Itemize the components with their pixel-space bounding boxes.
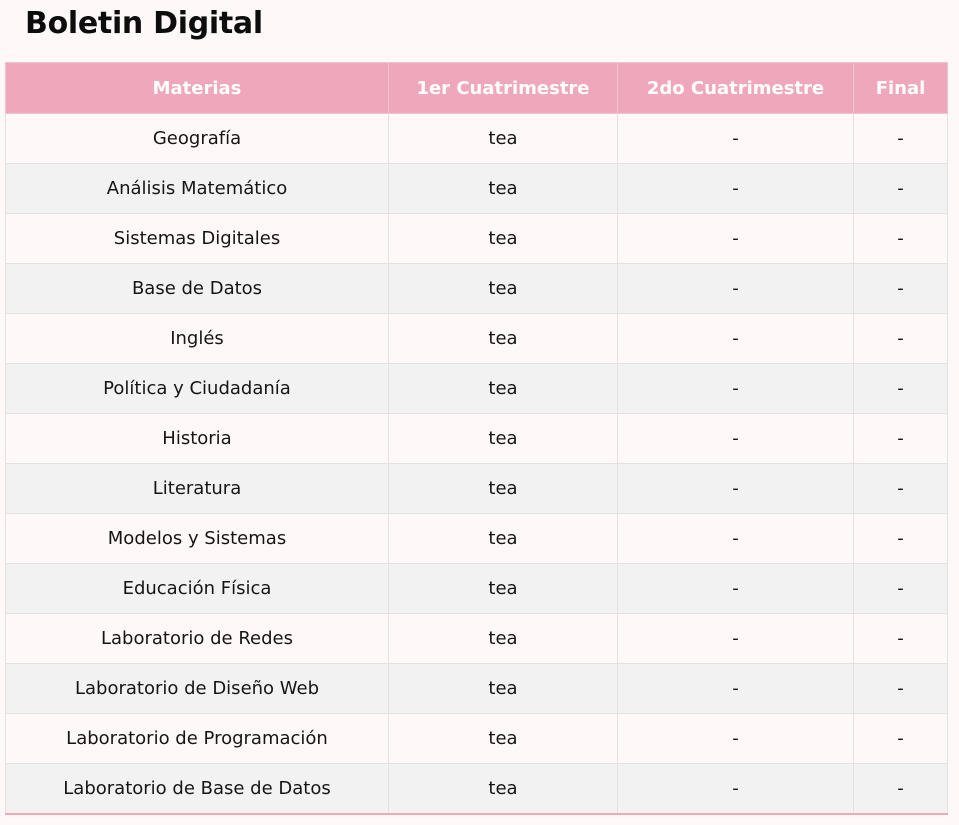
final-cell: - (853, 613, 948, 664)
subject-cell: Sistemas Digitales (5, 213, 389, 264)
second-term-cell: - (617, 613, 854, 664)
table-row: Modelos y Sistemas tea - - (5, 513, 948, 564)
first-term-cell: tea (388, 463, 618, 514)
final-cell: - (853, 413, 948, 464)
first-term-cell: tea (388, 263, 618, 314)
table-row: Literatura tea - - (5, 463, 948, 514)
header-row: Materias 1er Cuatrimestre 2do Cuatrimest… (5, 62, 948, 114)
table-row: Educación Física tea - - (5, 563, 948, 614)
subject-cell: Laboratorio de Base de Datos (5, 763, 389, 815)
second-term-cell: - (617, 113, 854, 164)
first-term-cell: tea (388, 763, 618, 815)
final-cell: - (853, 313, 948, 364)
subject-cell: Política y Ciudadanía (5, 363, 389, 414)
first-term-cell: tea (388, 363, 618, 414)
first-term-cell: tea (388, 413, 618, 464)
final-cell: - (853, 563, 948, 614)
table-body: Geografía tea - - Análisis Matemático tea - - Si… (5, 113, 948, 815)
first-term-cell: tea (388, 113, 618, 164)
final-cell: - (853, 513, 948, 564)
first-term-cell: tea (388, 563, 618, 614)
subject-cell: Modelos y Sistemas (5, 513, 389, 564)
subject-cell: Análisis Matemático (5, 163, 389, 214)
subject-cell: Literatura (5, 463, 389, 514)
second-term-cell: - (617, 713, 854, 764)
subject-cell: Inglés (5, 313, 389, 364)
table-row: Historia tea - - (5, 413, 948, 464)
table-row: Política y Ciudadanía tea - - (5, 363, 948, 414)
final-cell: - (853, 113, 948, 164)
second-term-cell: - (617, 213, 854, 264)
first-term-cell: tea (388, 313, 618, 364)
table-row: Inglés tea - - (5, 313, 948, 364)
first-term-cell: tea (388, 713, 618, 764)
second-term-cell: - (617, 313, 854, 364)
subject-cell: Educación Física (5, 563, 389, 614)
second-term-cell: - (617, 463, 854, 514)
table-row: Laboratorio de Programación tea - - (5, 713, 948, 764)
second-term-cell: - (617, 163, 854, 214)
first-term-cell: tea (388, 513, 618, 564)
final-cell: - (853, 463, 948, 514)
final-cell: - (853, 663, 948, 714)
subject-cell: Historia (5, 413, 389, 464)
page-title: Boletin Digital (25, 6, 263, 41)
table-row: Geografía tea - - (5, 113, 948, 164)
first-term-cell: tea (388, 613, 618, 664)
final-cell: - (853, 713, 948, 764)
column-header-1er-cuatrimestre: 1er Cuatrimestre (388, 62, 618, 114)
final-cell: - (853, 363, 948, 414)
column-header-final: Final (853, 62, 948, 114)
table-header: Materias 1er Cuatrimestre 2do Cuatrimest… (5, 62, 948, 114)
table-row: Laboratorio de Diseño Web tea - - (5, 663, 948, 714)
column-header-2do-cuatrimestre: 2do Cuatrimestre (617, 62, 854, 114)
final-cell: - (853, 163, 948, 214)
table-row: Base de Datos tea - - (5, 263, 948, 314)
final-cell: - (853, 763, 948, 815)
table-row: Sistemas Digitales tea - - (5, 213, 948, 264)
second-term-cell: - (617, 363, 854, 414)
second-term-cell: - (617, 763, 854, 815)
second-term-cell: - (617, 513, 854, 564)
second-term-cell: - (617, 413, 854, 464)
second-term-cell: - (617, 563, 854, 614)
first-term-cell: tea (388, 663, 618, 714)
second-term-cell: - (617, 263, 854, 314)
column-header-materias: Materias (5, 62, 389, 114)
grades-table: Materias 1er Cuatrimestre 2do Cuatrimest… (5, 62, 948, 815)
first-term-cell: tea (388, 163, 618, 214)
final-cell: - (853, 213, 948, 264)
table-row: Análisis Matemático tea - - (5, 163, 948, 214)
subject-cell: Laboratorio de Diseño Web (5, 663, 389, 714)
subject-cell: Geografía (5, 113, 389, 164)
subject-cell: Base de Datos (5, 263, 389, 314)
table-row: Laboratorio de Redes tea - - (5, 613, 948, 664)
first-term-cell: tea (388, 213, 618, 264)
second-term-cell: - (617, 663, 854, 714)
table-row: Laboratorio de Base de Datos tea - - (5, 763, 948, 815)
subject-cell: Laboratorio de Programación (5, 713, 389, 764)
subject-cell: Laboratorio de Redes (5, 613, 389, 664)
final-cell: - (853, 263, 948, 314)
